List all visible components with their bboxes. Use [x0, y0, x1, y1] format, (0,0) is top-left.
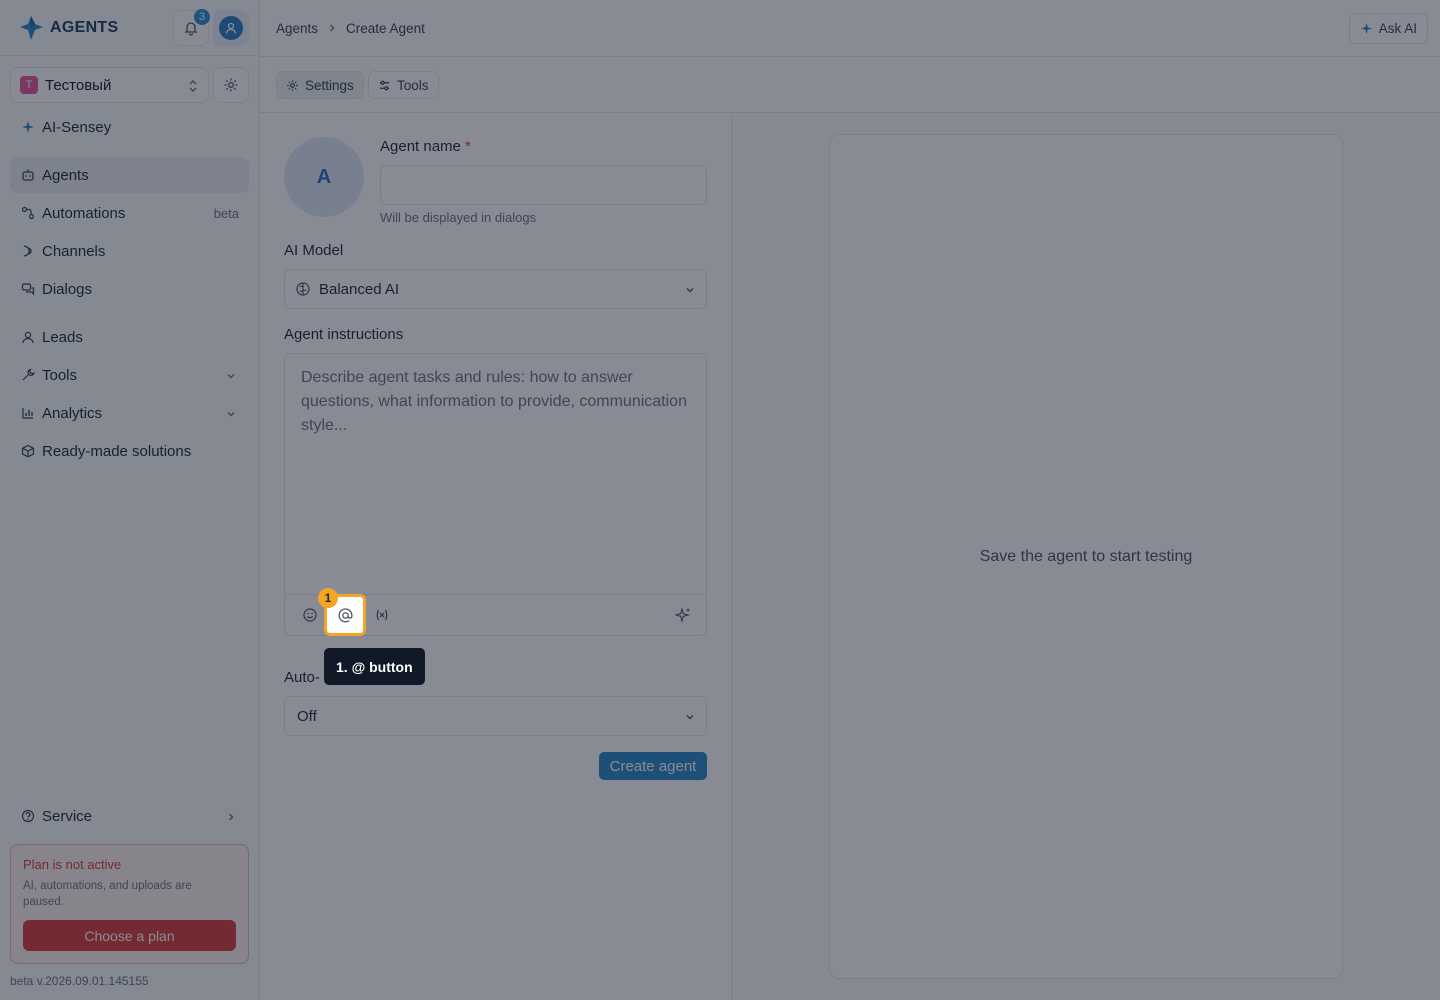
agent-form: A Agent name * Will be displayed in dialo… [260, 113, 732, 1000]
wrench-icon [20, 367, 36, 383]
version-label: beta v.2026.09.01.145155 [10, 974, 149, 988]
notification-count-badge: 3 [194, 9, 210, 25]
sidebar-item-label: Dialogs [42, 280, 93, 298]
sparkle-icon [1360, 22, 1373, 35]
at-sign-icon [337, 607, 353, 622]
sidebar-item-channels[interactable]: Channels [10, 233, 249, 269]
sidebar-item-automations[interactable]: Automations beta [10, 195, 249, 231]
breadcrumb-agents[interactable]: Agents [276, 21, 318, 36]
ai-model-select[interactable]: Balanced AI [284, 269, 707, 309]
tab-bar: Settings Tools [260, 57, 1440, 113]
chat-icon [20, 281, 36, 297]
bar-chart-icon [20, 405, 36, 421]
preview-empty-message: Save the agent to start testing [979, 547, 1193, 565]
auto-setting-select[interactable]: Off [284, 696, 707, 736]
workspace-row: T Тестовый [10, 67, 249, 103]
highlight-tooltip: 1. @ button [324, 648, 425, 685]
tab-tools[interactable]: Tools [368, 71, 439, 99]
agent-name-label-text: Agent name [380, 138, 461, 155]
sidebar-item-ready-made-solutions[interactable]: Ready-made solutions [10, 433, 249, 469]
instructions-label: Agent instructions [284, 326, 404, 343]
auto-setting-label: Auto- [284, 669, 320, 686]
sidebar-item-label: Ready-made solutions [42, 442, 192, 460]
sidebar-item-label: Analytics [42, 404, 103, 422]
instructions-textarea[interactable] [285, 354, 706, 594]
top-bar: Agents Create Agent Ask AI [260, 0, 1440, 57]
logo-row: AGENTS 3 [0, 0, 259, 56]
ask-ai-label: Ask AI [1378, 21, 1417, 36]
sidebar-item-leads[interactable]: Leads [10, 319, 249, 355]
choose-plan-button[interactable]: Choose a plan [23, 920, 236, 951]
plan-inactive-notice: Plan is not active AI, automations, and … [10, 844, 249, 964]
agent-name-label: Agent name * [380, 138, 471, 155]
smile-icon [303, 608, 317, 622]
channels-icon [20, 243, 36, 259]
agent-name-hint: Will be displayed in dialogs [380, 210, 537, 225]
highlight-step-badge: 1 [318, 588, 338, 608]
chevron-right-icon [327, 23, 337, 33]
ai-improve-button[interactable] [673, 605, 693, 625]
sidebar-item-dialogs[interactable]: Dialogs [10, 271, 249, 307]
sidebar-item-label: AI-Sensey [42, 118, 112, 136]
agent-name-input[interactable] [380, 165, 707, 205]
chevron-right-icon [225, 810, 237, 827]
workflow-icon [20, 205, 36, 221]
create-agent-button[interactable]: Create agent [599, 752, 707, 780]
sidebar: AGENTS 3 T Тестовый AI-Sensey Agents Aut… [0, 0, 260, 1000]
sidebar-item-label: Tools [42, 366, 78, 384]
ai-model-label: AI Model [284, 242, 344, 259]
sidebar-item-label: Automations [42, 204, 126, 222]
bot-icon [20, 167, 36, 183]
variable-button[interactable] [372, 605, 392, 625]
gear-icon [224, 78, 238, 92]
brain-icon [295, 281, 311, 297]
sidebar-item-ai-sensey[interactable]: AI-Sensey [10, 109, 249, 145]
emoji-button[interactable] [300, 605, 320, 625]
chevron-down-icon [684, 283, 696, 300]
chevron-down-icon [684, 710, 696, 727]
sidebar-item-label: Service [42, 807, 93, 825]
magic-sparkles-icon [675, 607, 691, 623]
sidebar-item-tools[interactable]: Tools [10, 357, 249, 393]
variable-icon [376, 609, 388, 621]
tab-settings[interactable]: Settings [276, 71, 364, 99]
plan-title: Plan is not active [23, 857, 122, 872]
workspace-avatar: T [20, 76, 38, 94]
sidebar-item-service[interactable]: Service [10, 798, 249, 834]
workspace-name: Тестовый [45, 76, 112, 94]
logo-text: AGENTS [50, 18, 119, 36]
breadcrumb-current: Create Agent [346, 20, 425, 36]
chevrons-up-down-icon [187, 78, 199, 99]
logo-icon [18, 15, 44, 41]
help-circle-icon [20, 808, 36, 824]
package-icon [20, 443, 36, 459]
tab-label: Tools [397, 77, 429, 93]
workspace-selector[interactable]: T Тестовый [10, 67, 209, 103]
sidebar-item-agents[interactable]: Agents [10, 157, 249, 193]
sidebar-item-label: Leads [42, 328, 83, 346]
gear-icon [286, 79, 299, 92]
sidebar-item-label: Channels [42, 242, 106, 260]
required-mark: * [464, 138, 471, 155]
user-avatar-icon [219, 16, 243, 40]
plan-description: AI, automations, and uploads are paused. [23, 880, 192, 908]
sliders-icon [378, 79, 391, 92]
chevron-down-icon [225, 369, 237, 386]
user-menu-button[interactable] [213, 10, 249, 46]
preview-panel: Save the agent to start testing [732, 113, 1440, 1000]
auto-setting-value: Off [297, 707, 317, 725]
workspace-settings-button[interactable] [213, 67, 249, 103]
sidebar-item-analytics[interactable]: Analytics [10, 395, 249, 431]
beta-badge: beta [213, 205, 239, 221]
chevron-down-icon [225, 407, 237, 424]
user-icon [20, 329, 36, 345]
tab-label: Settings [305, 77, 354, 93]
agent-avatar-upload[interactable]: A [284, 137, 364, 217]
ai-model-value: Balanced AI [319, 280, 400, 298]
sparkle-icon [20, 119, 36, 135]
sidebar-item-label: Agents [42, 166, 89, 184]
ask-ai-button[interactable]: Ask AI [1348, 13, 1428, 44]
test-chat-card: Save the agent to start testing [829, 134, 1343, 979]
